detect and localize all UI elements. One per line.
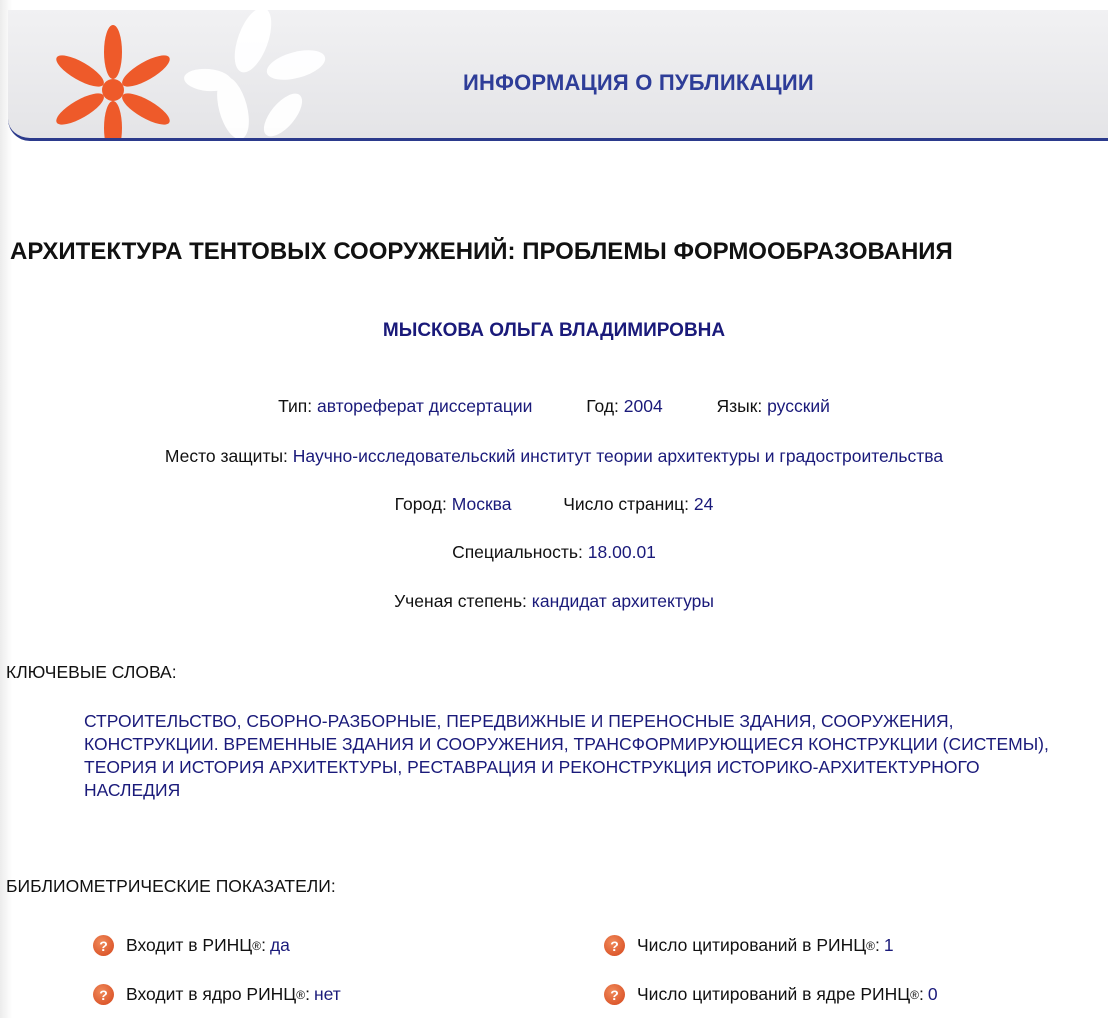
meta-specialty: Специальность: 18.00.01 [0,542,1108,563]
year-value: 2004 [623,396,663,416]
question-help-icon[interactable]: ? [604,984,625,1005]
meta-defense-place: Место защиты: Научно-исследовательский и… [0,446,1108,467]
metric-colon: : [919,984,924,1004]
header-title: ИНФОРМАЦИЯ О ПУБЛИКАЦИИ [463,70,814,95]
metric-in-rinc-core: ? Входит в ядро РИНЦ ®: нет [93,984,341,1005]
registered-mark: ® [296,987,306,1002]
publication-author-link[interactable]: МЫСКОВА ОЛЬГА ВЛАДИМИРОВНА [0,320,1108,342]
publication-info-page: ИНФОРМАЦИЯ О ПУБЛИКАЦИИ АРХИТЕКТУРА ТЕНТ… [0,0,1108,1018]
pages-label: Число страниц: [563,494,689,514]
metric-citations-rinc-core: ? Число цитирований в ядре РИНЦ ®: 0 [604,984,938,1005]
keywords-list[interactable]: СТРОИТЕЛЬСТВО, СБОРНО-РАЗБОРНЫЕ, ПЕРЕДВИ… [84,710,1064,802]
metric-value: 1 [883,935,894,955]
defense-place-value: Научно-исследовательский институт теории… [292,446,944,466]
type-label: Тип: [278,396,313,416]
year-label: Год: [586,396,619,416]
metric-label: Входит в РИНЦ [126,935,253,955]
registered-mark: ® [252,938,262,953]
type-value: автореферат диссертации [316,396,533,416]
metric-label: Число цитирований в РИНЦ [637,935,867,955]
metric-label: Входит в ядро РИНЦ [126,984,297,1004]
meta-city-pages: Город: Москва Число страниц: 24 [0,494,1108,515]
meta-degree: Ученая степень: кандидат архитектуры [0,591,1108,612]
defense-place-label: Место защиты: [164,446,288,466]
pages-value: 24 [693,494,714,514]
publication-title: АРХИТЕКТУРА ТЕНТОВЫХ СООРУЖЕНИЙ: ПРОБЛЕМ… [10,238,953,265]
language-value: русский [767,396,830,416]
question-help-icon[interactable]: ? [604,935,625,956]
specialty-label: Специальность: [452,542,583,562]
registered-mark: ® [910,987,920,1002]
metric-value: нет [313,984,341,1004]
bibliometrics-section-label: БИБЛИОМЕТРИЧЕСКИЕ ПОКАЗАТЕЛИ: [6,876,336,896]
metric-colon: : [875,935,880,955]
metric-colon: : [305,984,310,1004]
page-header: ИНФОРМАЦИЯ О ПУБЛИКАЦИИ [8,10,1108,141]
degree-label: Ученая степень: [394,591,527,611]
keywords-section-label: КЛЮЧЕВЫЕ СЛОВА: [6,662,177,682]
question-help-icon[interactable]: ? [93,984,114,1005]
specialty-value: 18.00.01 [587,542,656,562]
metric-value: 0 [927,984,938,1004]
registered-mark: ® [866,938,875,953]
question-help-icon[interactable]: ? [93,935,114,956]
city-label: Город: [394,494,447,514]
metric-value: да [269,935,290,955]
elibrary-flower-logo-icon [56,10,326,138]
metric-colon: : [261,935,266,955]
city-value: Москва [451,494,512,514]
metric-label: Число цитирований в ядре РИНЦ [637,984,911,1004]
metric-citations-rinc: ? Число цитирований в РИНЦ ®: 1 [604,935,894,956]
metric-in-rinc: ? Входит в РИНЦ ®: да [93,935,290,956]
meta-type-year-lang: Тип: автореферат диссертации Год: 2004 Я… [0,396,1108,417]
language-label: Язык: [716,396,763,416]
degree-value: кандидат архитектуры [531,591,714,611]
